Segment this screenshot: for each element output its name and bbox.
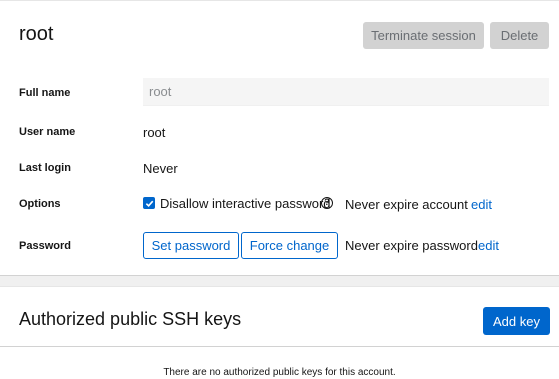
account-expiry-text: Never expire account bbox=[345, 197, 468, 212]
password-expiry-text: Never expire password bbox=[345, 238, 478, 253]
checkmark-icon bbox=[145, 200, 153, 207]
set-password-button[interactable]: Set password bbox=[143, 232, 239, 259]
full-name-input[interactable]: root bbox=[143, 78, 549, 106]
user-name-label: User name bbox=[19, 126, 76, 138]
password-label: Password bbox=[19, 240, 71, 252]
terminate-session-button[interactable]: Terminate session bbox=[363, 22, 484, 49]
delete-button[interactable]: Delete bbox=[490, 22, 549, 49]
disallow-password-checkbox[interactable] bbox=[143, 197, 155, 209]
options-label: Options bbox=[19, 198, 61, 210]
page-title: root bbox=[19, 23, 54, 45]
account-expiry-edit-link[interactable]: edit bbox=[471, 197, 492, 212]
last-login-label: Last login bbox=[19, 162, 71, 174]
divider bbox=[0, 346, 559, 347]
force-change-button[interactable]: Force change bbox=[241, 232, 338, 259]
account-details-card: root Terminate session Delete Full name … bbox=[0, 0, 559, 276]
full-name-value: root bbox=[149, 84, 172, 99]
empty-state-message: There are no authorized public keys for … bbox=[163, 367, 396, 378]
last-login-value: Never bbox=[143, 161, 178, 176]
ssh-keys-card: Authorized public SSH keys Add key There… bbox=[0, 286, 559, 379]
full-name-label: Full name bbox=[19, 87, 71, 99]
add-key-button[interactable]: Add key bbox=[483, 307, 550, 335]
password-expiry-edit-link[interactable]: edit bbox=[478, 238, 499, 253]
disallow-password-label: Disallow interactive password bbox=[160, 196, 331, 211]
help-icon[interactable]: ? bbox=[321, 197, 333, 209]
user-name-value: root bbox=[143, 125, 166, 140]
ssh-keys-title: Authorized public SSH keys bbox=[19, 309, 242, 329]
